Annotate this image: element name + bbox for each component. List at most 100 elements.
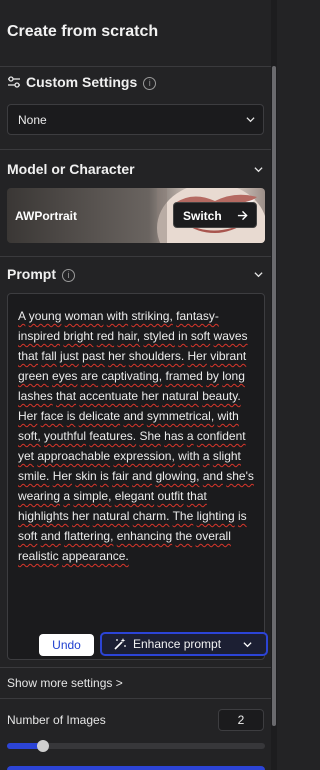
- prompt-word: approachable: [37, 449, 111, 463]
- prompt-word: beauty.: [202, 389, 241, 403]
- collapse-prompt-chevron-icon[interactable]: [254, 270, 263, 279]
- prompt-word: framed: [165, 369, 203, 383]
- prompt-word: her: [72, 509, 90, 523]
- prompt-word: are: [80, 369, 99, 383]
- prompt-word: vibrant: [210, 349, 247, 363]
- prompt-word: red: [96, 329, 115, 343]
- sliders-icon: [8, 76, 20, 88]
- prompt-word: the: [175, 529, 193, 543]
- divider: [0, 667, 271, 668]
- custom-settings-title: Custom Settings: [26, 74, 138, 90]
- prompt-word: past: [82, 349, 105, 363]
- prompt-info-icon[interactable]: i: [62, 269, 75, 282]
- prompt-word: smile.: [18, 469, 50, 483]
- prompt-word: and: [40, 529, 61, 543]
- prompt-word: flattering,: [64, 529, 114, 543]
- arrow-right-icon: [237, 210, 248, 221]
- prompt-word: overall: [195, 529, 231, 543]
- prompt-word: Her: [18, 409, 38, 423]
- switch-model-button[interactable]: Switch: [173, 202, 257, 228]
- prompt-word: appearance.: [62, 549, 129, 563]
- scrollbar-thumb[interactable]: [272, 66, 276, 726]
- model-card[interactable]: AWPortrait Switch: [7, 188, 265, 243]
- prompt-word: Her: [52, 469, 73, 483]
- prompt-word: She: [139, 429, 161, 443]
- prompt-title: Prompt: [7, 266, 56, 282]
- prompt-word: Her: [187, 349, 207, 363]
- switch-label: Switch: [183, 209, 222, 223]
- prompt-word: is: [66, 409, 76, 423]
- number-of-images-label: Number of Images: [7, 713, 106, 727]
- custom-settings-select[interactable]: None: [7, 104, 264, 135]
- prompt-word: glowing,: [155, 469, 200, 483]
- prompt-word: her: [141, 389, 159, 403]
- enhance-prompt-button[interactable]: Enhance prompt: [100, 632, 268, 656]
- prompt-word: captivating,: [101, 369, 163, 383]
- prompt-word: features.: [89, 429, 137, 443]
- prompt-word: and: [202, 469, 223, 483]
- prompt-word: that: [18, 349, 39, 363]
- prompt-word: youthful: [44, 429, 87, 443]
- prompt-word: a: [63, 489, 71, 503]
- prompt-word: shoulders.: [128, 349, 185, 363]
- prompt-word: yet: [18, 449, 35, 463]
- show-more-settings-link[interactable]: Show more settings >: [7, 676, 123, 690]
- prompt-word: skin: [75, 469, 97, 483]
- prompt-word: wearing: [18, 489, 61, 503]
- prompt-word: a: [202, 449, 210, 463]
- prompt-text[interactable]: A young woman with striking, fantasy-ins…: [18, 306, 254, 566]
- prompt-word: a: [186, 429, 194, 443]
- prompt-word: delicate: [78, 409, 121, 423]
- prompt-word: natural: [92, 509, 130, 523]
- prompt-word: striking,: [131, 309, 173, 323]
- magic-wand-icon: [114, 638, 126, 650]
- prompt-word: young: [28, 309, 62, 323]
- prompt-word: lighting: [196, 509, 235, 523]
- prompt-word: elegant: [114, 489, 155, 503]
- images-slider[interactable]: [7, 740, 265, 752]
- prompt-word: accentuate: [79, 389, 139, 403]
- prompt-word: styled: [143, 329, 175, 343]
- prompt-word: realistic: [18, 549, 59, 563]
- prompt-word: bright: [63, 329, 94, 343]
- prompt-word: soft,: [18, 429, 41, 443]
- prompt-word: waves: [213, 329, 248, 343]
- custom-settings-heading: Custom Settings i: [26, 74, 157, 90]
- number-of-images-input[interactable]: 2: [218, 709, 264, 731]
- prompt-word: fair: [112, 469, 129, 483]
- prompt-word: has: [164, 429, 184, 443]
- prompt-word: face: [40, 409, 64, 423]
- prompt-word: symmetrical,: [146, 409, 215, 423]
- collapse-model-chevron-icon[interactable]: [254, 165, 263, 174]
- panel-header: Create from scratch: [0, 0, 271, 67]
- prompt-word: that: [56, 389, 77, 403]
- divider: [0, 149, 271, 150]
- prompt-word: long: [222, 369, 245, 383]
- prompt-word: just: [60, 349, 79, 363]
- prompt-word: A: [18, 309, 26, 323]
- prompt-word: lashes: [18, 389, 53, 403]
- undo-button[interactable]: Undo: [39, 634, 94, 656]
- prompt-word: with: [106, 309, 129, 323]
- prompt-word: natural: [162, 389, 199, 403]
- prompt-word: with: [178, 449, 200, 463]
- prompt-word: by: [206, 369, 219, 383]
- prompt-textarea[interactable]: A young woman with striking, fantasy-ins…: [7, 293, 268, 660]
- generate-button[interactable]: [7, 766, 265, 770]
- prompt-word: simple,: [73, 489, 112, 503]
- prompt-word: The: [172, 509, 194, 523]
- prompt-word: fall: [41, 349, 57, 363]
- info-icon[interactable]: i: [143, 77, 157, 90]
- prompt-word: her: [108, 349, 126, 363]
- prompt-word: highlights: [18, 509, 69, 523]
- slider-thumb[interactable]: [37, 740, 49, 752]
- scrollbar[interactable]: [271, 0, 277, 770]
- chevron-down-icon: [246, 117, 255, 123]
- prompt-word: soft: [18, 529, 38, 543]
- create-panel: Create from scratch Custom Settings i Non…: [0, 0, 277, 770]
- prompt-word: green: [18, 369, 49, 383]
- prompt-heading-row: Prompt i: [7, 266, 75, 282]
- model-name: AWPortrait: [15, 209, 78, 223]
- prompt-word: enhancing: [116, 529, 173, 543]
- prompt-word: soft: [190, 329, 211, 343]
